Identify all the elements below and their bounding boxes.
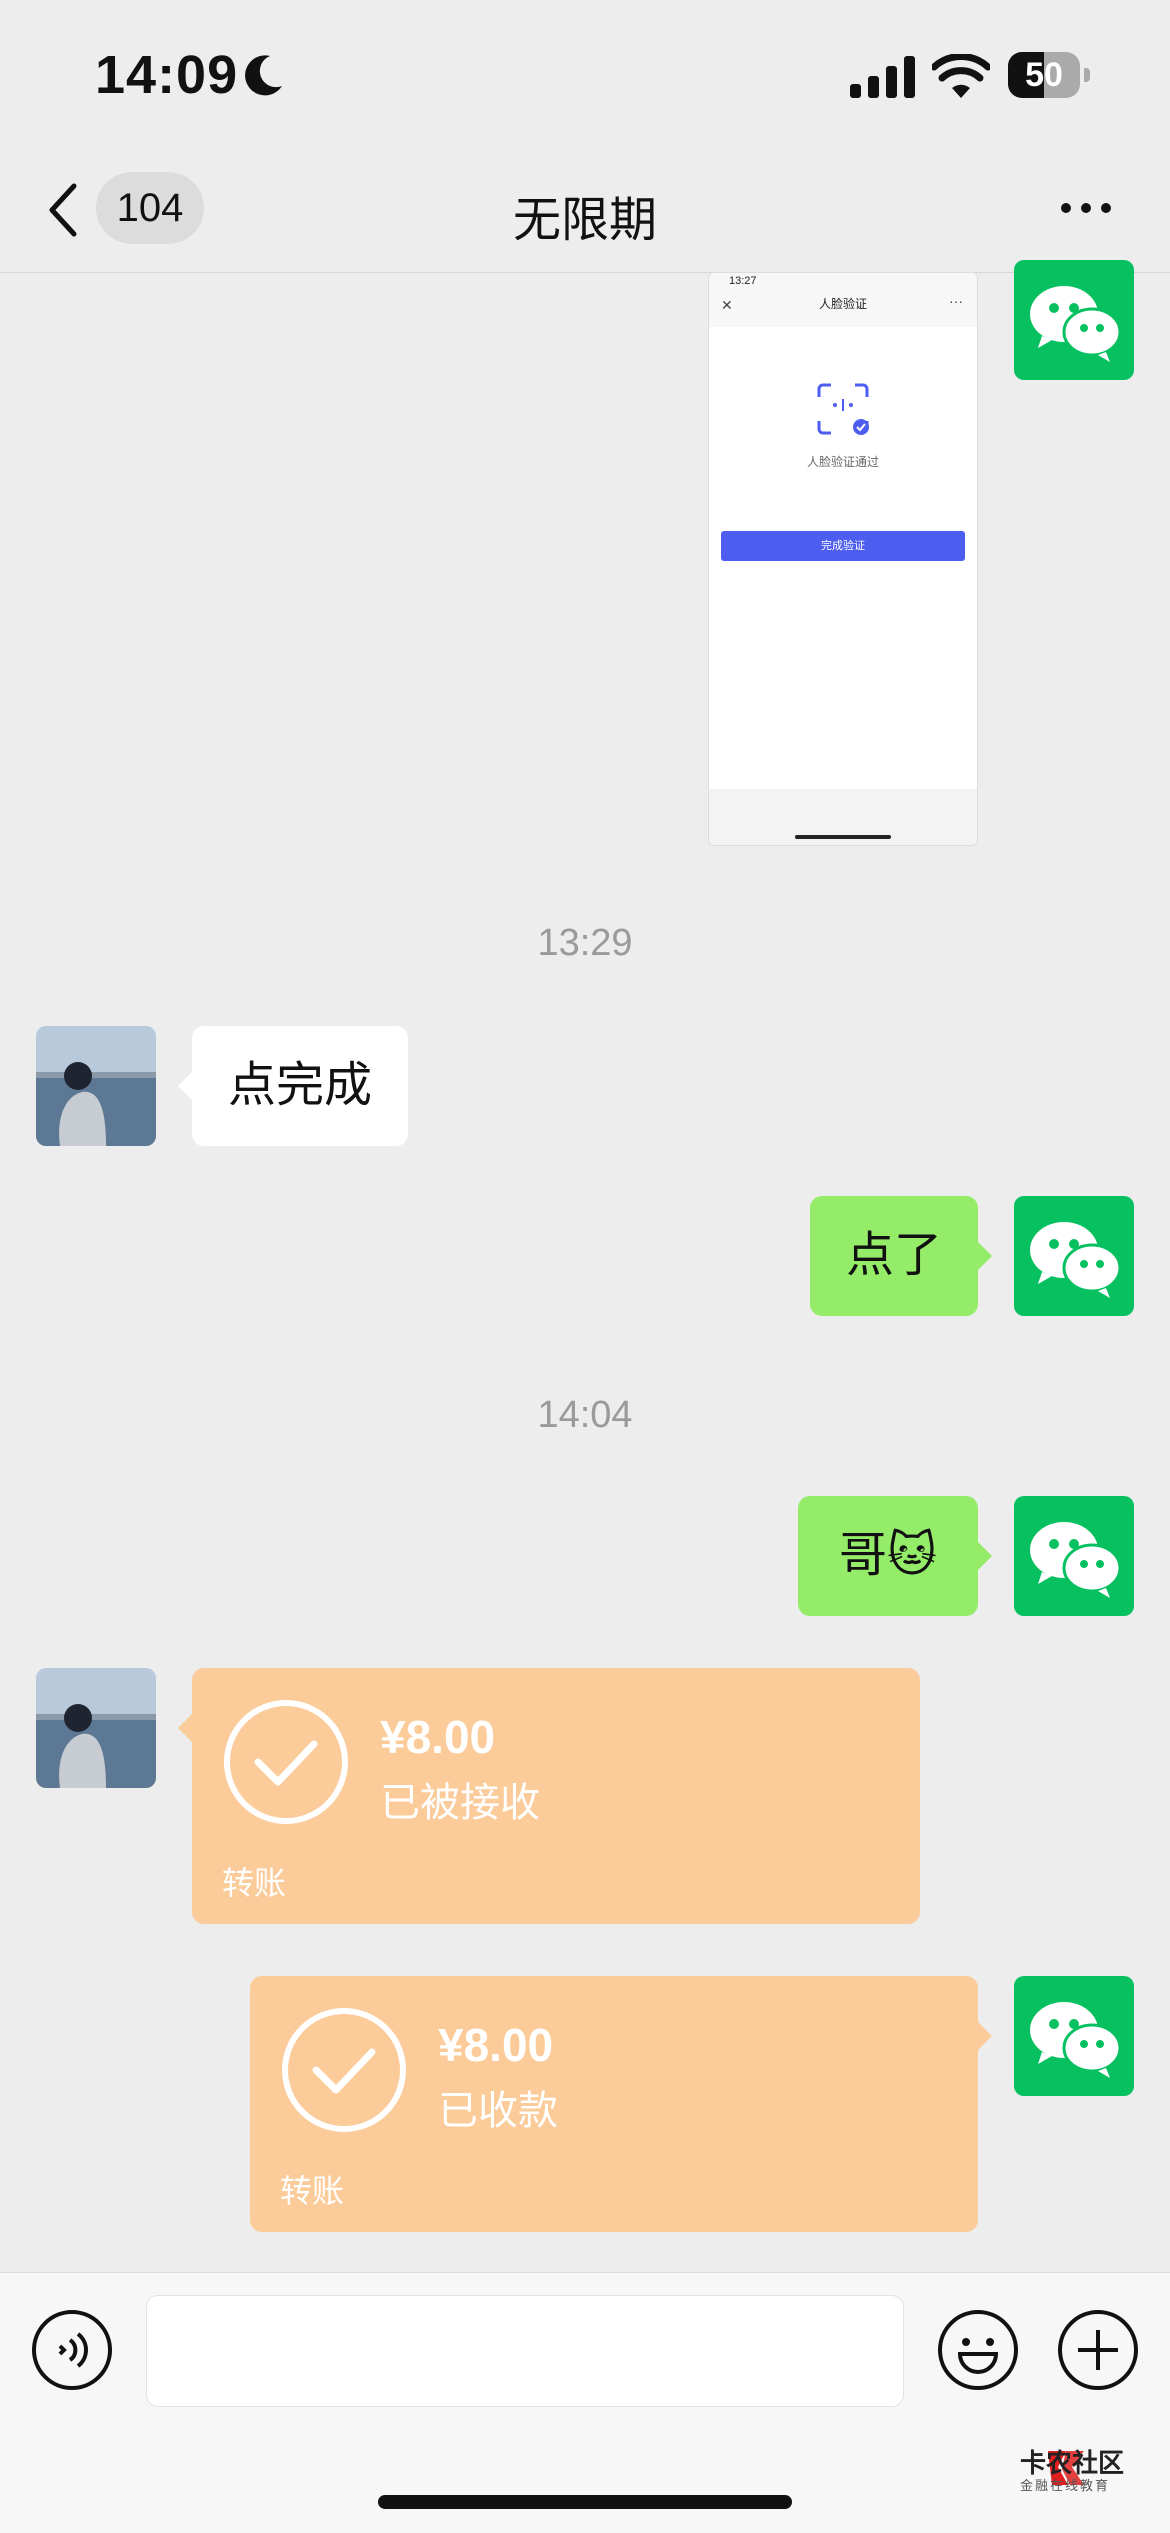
- image-message[interactable]: 13:27 ✕ 人脸验证 ··· 人脸验证通过 完成验证: [708, 272, 978, 846]
- transfer-amount: ¥8.00: [380, 1711, 496, 1763]
- wifi-icon: [932, 54, 990, 98]
- message-timestamp: 14:04: [537, 1394, 633, 1436]
- input-bar: 卡农社区 金融在线教育: [0, 2272, 1170, 2533]
- screenshot-time: 13:27: [729, 275, 757, 287]
- transfer-label: 转账: [222, 1865, 287, 1901]
- battery-icon: 50: [1008, 52, 1092, 100]
- emoji-icon[interactable]: [936, 2308, 1020, 2392]
- status-time: 14:09: [95, 45, 239, 105]
- wechat-logo-icon: [1030, 2002, 1122, 2078]
- my-avatar[interactable]: [1014, 260, 1134, 380]
- battery-percent: 50: [1025, 56, 1063, 94]
- transfer-status: 已被接收: [380, 1781, 540, 1825]
- transfer-label: 转账: [280, 2173, 345, 2209]
- contact-avatar[interactable]: [36, 1026, 156, 1146]
- cellular-signal-icon: [850, 56, 915, 98]
- message-bubble[interactable]: 点了: [810, 1196, 978, 1316]
- watermark-tagline: 金融在线教育: [1020, 2478, 1111, 2493]
- complete-verification-button: 完成验证: [721, 531, 965, 561]
- my-avatar[interactable]: [1014, 1976, 1134, 2096]
- message-bubble[interactable]: 点完成: [192, 1026, 408, 1146]
- message-timestamp: 13:29: [537, 922, 633, 964]
- wechat-logo-icon: [1030, 1222, 1122, 1298]
- chat-header: 104 无限期: [0, 150, 1170, 273]
- check-circle-icon: [224, 1700, 348, 1824]
- transfer-amount: ¥8.00: [438, 2019, 554, 2071]
- message-input[interactable]: [146, 2295, 904, 2407]
- wechat-logo-icon: [1030, 1522, 1122, 1598]
- face-verified-icon: [817, 383, 869, 435]
- wechat-logo-icon: [1030, 286, 1122, 362]
- contact-photo: [36, 1026, 156, 1146]
- contact-avatar[interactable]: [36, 1668, 156, 1788]
- more-options-icon[interactable]: [1058, 200, 1114, 216]
- transfer-card[interactable]: ¥8.00 已收款 转账: [250, 1976, 978, 2232]
- transfer-card[interactable]: ¥8.00 已被接收 转账: [192, 1668, 920, 1924]
- home-indicator: [378, 2495, 792, 2509]
- status-bar: 14:09 50: [0, 0, 1170, 150]
- my-avatar[interactable]: [1014, 1196, 1134, 1316]
- contact-photo: [36, 1668, 156, 1788]
- transfer-status: 已收款: [438, 2089, 558, 2133]
- screenshot-title: 人脸验证: [818, 297, 867, 311]
- message-bubble[interactable]: 哥🐱: [798, 1496, 978, 1616]
- moon-icon: [245, 55, 282, 96]
- more-icon: ···: [949, 293, 963, 309]
- plus-icon[interactable]: [1056, 2308, 1140, 2392]
- verification-status: 人脸验证通过: [806, 455, 879, 469]
- check-circle-icon: [282, 2008, 406, 2132]
- voice-input-icon[interactable]: [30, 2308, 114, 2392]
- chat-title: 无限期: [512, 194, 657, 247]
- my-avatar[interactable]: [1014, 1496, 1134, 1616]
